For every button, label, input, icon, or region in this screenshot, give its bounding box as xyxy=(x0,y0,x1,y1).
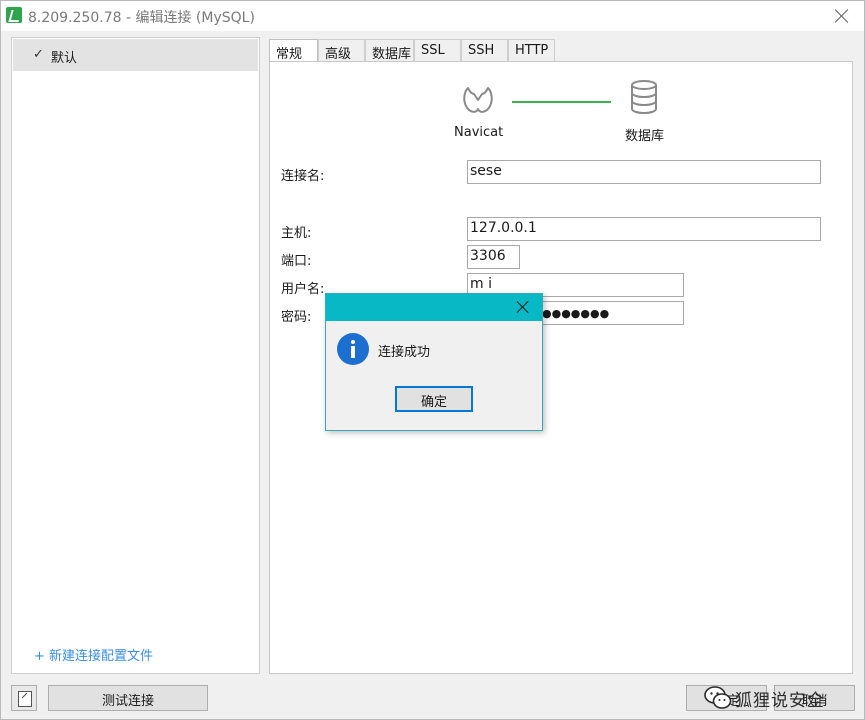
test-connection-button[interactable]: 测试连接 xyxy=(48,685,208,711)
profile-list-panel: ✓ 默认 + 新建连接配置文件 xyxy=(11,37,260,674)
profile-item-default[interactable]: ✓ 默认 xyxy=(13,39,258,71)
window-title: 8.209.250.78 - 编辑连接 (MySQL) xyxy=(28,10,255,26)
host-input[interactable]: 127.0.0.1 xyxy=(467,217,821,241)
connection-success-dialog: 连接成功 确定 xyxy=(325,293,543,431)
info-icon xyxy=(337,333,369,365)
tab-general[interactable]: 常规 xyxy=(269,39,318,63)
wechat-logo-icon xyxy=(704,686,732,709)
navicat-label: Navicat xyxy=(454,125,504,140)
dialog-title-bar xyxy=(326,294,542,321)
host-label: 主机: xyxy=(281,226,312,241)
username-label: 用户名: xyxy=(281,282,325,297)
connection-line xyxy=(512,101,611,103)
tab-ssl[interactable]: SSL xyxy=(414,39,461,62)
navicat-app-icon xyxy=(6,7,22,23)
check-icon: ✓ xyxy=(33,47,44,62)
tab-database[interactable]: 数据库 xyxy=(365,39,414,62)
tab-ssh[interactable]: SSH xyxy=(461,39,508,62)
port-input[interactable]: 3306 xyxy=(467,245,520,269)
password-label: 密码: xyxy=(281,310,312,325)
tab-http[interactable]: HTTP xyxy=(508,39,555,62)
database-icon xyxy=(631,80,657,114)
title-bar: 8.209.250.78 - 编辑连接 (MySQL) xyxy=(1,1,864,31)
edit-profile-icon[interactable] xyxy=(11,685,37,711)
profile-label: 默认 xyxy=(51,51,78,66)
tab-advanced[interactable]: 高级 xyxy=(318,39,365,62)
watermark-text: 狐狸说安全 xyxy=(735,691,825,711)
database-label: 数据库 xyxy=(625,129,665,144)
connection-name-input[interactable]: sese xyxy=(467,160,821,184)
connection-name-label: 连接名: xyxy=(281,169,325,184)
port-label: 端口: xyxy=(281,254,312,269)
new-profile-link[interactable]: + 新建连接配置文件 xyxy=(34,645,153,664)
dialog-ok-button[interactable]: 确定 xyxy=(395,386,473,412)
dialog-message: 连接成功 xyxy=(378,345,431,360)
navicat-logo-icon xyxy=(463,87,493,113)
dialog-close-icon[interactable] xyxy=(516,300,530,314)
window-close-icon[interactable] xyxy=(833,7,851,25)
edit-connection-window: 8.209.250.78 - 编辑连接 (MySQL) ✓ 默认 + 新建连接配… xyxy=(0,0,865,720)
